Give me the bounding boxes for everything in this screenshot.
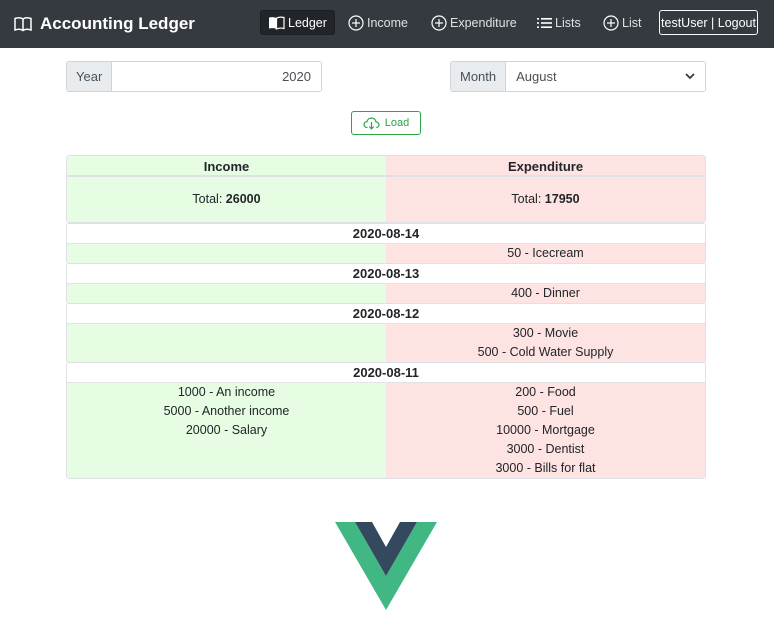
income-total-cell: Total: 26000 — [67, 177, 386, 222]
income-entry: 1000 - An income — [177, 385, 276, 399]
income-total-value: 26000 — [225, 192, 261, 206]
expenditure-entry: 500 - Fuel — [517, 404, 574, 418]
expenditure-total-value: 17950 — [544, 192, 580, 206]
totals-row: Total: 26000 Total: 17950 — [67, 177, 705, 222]
day-date: 2020-08-13 — [67, 264, 705, 284]
plus-circle-icon — [431, 14, 447, 31]
day-date: 2020-08-11 — [67, 363, 705, 383]
expenditure-entry: 300 - Movie — [512, 326, 579, 340]
app-title: Accounting Ledger — [40, 14, 195, 33]
nav-expenditure-label: Expenditure — [450, 15, 517, 30]
income-header: Income — [67, 156, 386, 177]
year-input[interactable]: 2020 — [112, 62, 321, 91]
expenditure-entry: 3000 - Bills for flat — [495, 461, 596, 475]
expenditure-entry: 500 - Cold Water Supply — [477, 345, 614, 359]
totals-card: Income Expenditure Total: 26000 Total: 1… — [66, 155, 706, 223]
day-entries: 1000 - An income 5000 - Another income 2… — [67, 383, 705, 478]
day-card: 2020-08-14 50 - Icecream — [66, 223, 706, 264]
nav-lists-label: Lists — [555, 15, 581, 30]
expenditure-total-cell: Total: 17950 — [386, 177, 705, 222]
nav-lists[interactable]: Lists — [530, 10, 588, 35]
nav-list[interactable]: List — [596, 10, 648, 35]
load-button-label: Load — [384, 117, 410, 129]
expenditure-entries: 300 - Movie 500 - Cold Water Supply — [386, 324, 705, 362]
income-entry: 5000 - Another income — [163, 404, 290, 418]
month-select[interactable]: August — [506, 62, 705, 91]
nav-ledger[interactable]: Ledger — [260, 10, 335, 35]
day-entries: 400 - Dinner — [67, 284, 705, 303]
income-entries — [67, 284, 386, 303]
expenditure-entry: 10000 - Mortgage — [496, 423, 595, 437]
year-input-group: Year 2020 — [66, 61, 322, 92]
expenditure-entries: 50 - Icecream — [386, 244, 705, 263]
income-total-label: Total: — [192, 192, 223, 206]
table-header-row: Income Expenditure — [67, 156, 705, 177]
income-entries — [67, 324, 386, 362]
day-entries: 50 - Icecream — [67, 244, 705, 263]
nav-ledger-label: Ledger — [288, 15, 327, 30]
list-icon — [537, 17, 552, 28]
vue-logo-icon — [335, 522, 437, 610]
plus-circle-icon — [348, 14, 364, 31]
day-date: 2020-08-12 — [67, 304, 705, 324]
expenditure-total-label: Total: — [511, 192, 542, 206]
book-icon — [269, 15, 285, 30]
expenditure-entry: 200 - Food — [515, 385, 576, 399]
navbar: Accounting Ledger Ledger Income Expendit… — [0, 0, 774, 48]
month-select-value: August — [516, 69, 557, 84]
year-label: Year — [67, 62, 113, 91]
expenditure-header: Expenditure — [386, 156, 705, 177]
income-entry: 20000 - Salary — [185, 423, 268, 437]
day-card: 2020-08-13 400 - Dinner — [66, 263, 706, 304]
day-date: 2020-08-14 — [67, 224, 705, 244]
expenditure-entries: 200 - Food 500 - Fuel 10000 - Mortgage 3… — [386, 383, 705, 478]
expenditure-entry: 50 - Icecream — [507, 246, 584, 260]
expenditure-entry: 3000 - Dentist — [506, 442, 585, 456]
income-entries — [67, 244, 386, 263]
book-open-icon — [14, 17, 32, 32]
cloud-download-icon — [363, 116, 380, 130]
expenditure-entries: 400 - Dinner — [386, 284, 705, 303]
logout-button[interactable]: testUser | Logout — [659, 10, 758, 35]
day-card: 2020-08-12 300 - Movie 500 - Cold Water … — [66, 303, 706, 363]
nav-income[interactable]: Income — [341, 10, 415, 35]
chevron-down-icon — [685, 73, 695, 80]
load-button[interactable]: Load — [351, 111, 421, 135]
expenditure-entry: 400 - Dinner — [511, 286, 580, 300]
app-brand[interactable]: Accounting Ledger — [14, 13, 195, 35]
month-label: Month — [451, 62, 507, 91]
nav-income-label: Income — [367, 15, 408, 30]
nav-list-label: List — [622, 15, 642, 30]
plus-circle-icon — [603, 14, 619, 31]
month-input-group: Month August — [450, 61, 706, 92]
nav-expenditure[interactable]: Expenditure — [424, 10, 524, 35]
income-entries: 1000 - An income 5000 - Another income 2… — [67, 383, 386, 478]
day-entries: 300 - Movie 500 - Cold Water Supply — [67, 324, 705, 362]
day-card: 2020-08-11 1000 - An income 5000 - Anoth… — [66, 362, 706, 479]
